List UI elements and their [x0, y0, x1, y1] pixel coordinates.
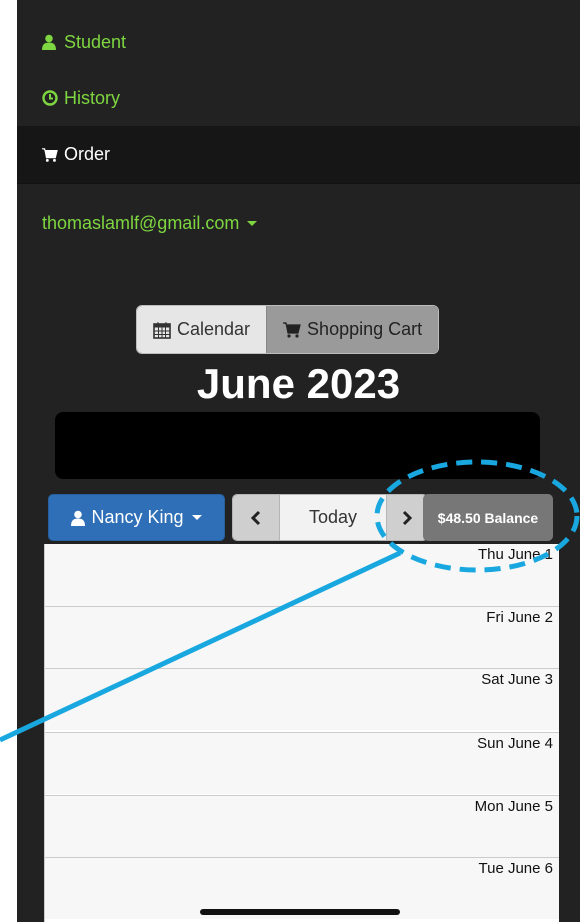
nav-history-label: History: [64, 87, 121, 108]
caret-down-icon: [247, 221, 258, 226]
day-row[interactable]: Fri June 2: [45, 606, 559, 668]
view-toggle: Calendar Shopping Cart: [136, 305, 440, 354]
nav-student[interactable]: Student: [17, 14, 580, 70]
user-icon: [42, 34, 58, 50]
day-row[interactable]: Sat June 3: [45, 668, 559, 730]
home-indicator: [200, 909, 400, 915]
previous-button[interactable]: [233, 495, 279, 540]
today-button[interactable]: Today: [279, 495, 387, 540]
nav-student-label: Student: [64, 31, 127, 52]
month-title: June 2023: [196, 360, 401, 407]
calendar-button[interactable]: Calendar: [137, 306, 267, 353]
day-row[interactable]: Mon June 5: [45, 795, 559, 857]
redacted-block: [55, 412, 540, 479]
day-label: Sun June 4: [477, 735, 553, 752]
balance-badge: $48.50 Balance: [423, 494, 553, 541]
nav-order-label: Order: [64, 144, 111, 164]
day-label: Tue June 6: [478, 860, 554, 877]
user-account-dropdown[interactable]: thomaslamlf@gmail.com: [17, 183, 580, 263]
user-email: thomaslamlf@gmail.com: [42, 213, 240, 233]
day-label: Fri June 2: [486, 609, 553, 626]
day-row[interactable]: Sun June 4: [45, 732, 559, 794]
caret-down-icon: [191, 515, 202, 520]
app-frame: Student History Order thomaslamlf@gmail.…: [17, 0, 580, 922]
cart-icon: [283, 321, 301, 338]
calendar-day-list: Thu June 1 Fri June 2 Sat June 3 Sun Jun…: [44, 544, 559, 922]
chevron-right-icon: [402, 510, 413, 525]
student-name: Nancy King: [91, 507, 184, 527]
student-selector-button[interactable]: Nancy King: [48, 494, 225, 541]
calendar-icon: [153, 321, 171, 339]
calendar-button-label: Calendar: [177, 319, 251, 339]
day-row[interactable]: Thu June 1: [45, 544, 559, 606]
nav-order[interactable]: Order: [17, 126, 580, 183]
day-label: Thu June 1: [477, 546, 553, 563]
shopping-cart-button[interactable]: Shopping Cart: [266, 306, 439, 353]
day-label: Mon June 5: [474, 798, 553, 815]
next-button[interactable]: [387, 495, 427, 540]
user-icon: [71, 510, 86, 526]
chevron-left-icon: [250, 510, 261, 525]
shopping-cart-button-label: Shopping Cart: [307, 319, 423, 339]
date-navigation: Today: [232, 494, 428, 541]
clock-icon: [42, 90, 58, 106]
nav-history[interactable]: History: [17, 70, 580, 126]
cart-icon: [42, 147, 58, 163]
day-label: Sat June 3: [481, 671, 553, 688]
